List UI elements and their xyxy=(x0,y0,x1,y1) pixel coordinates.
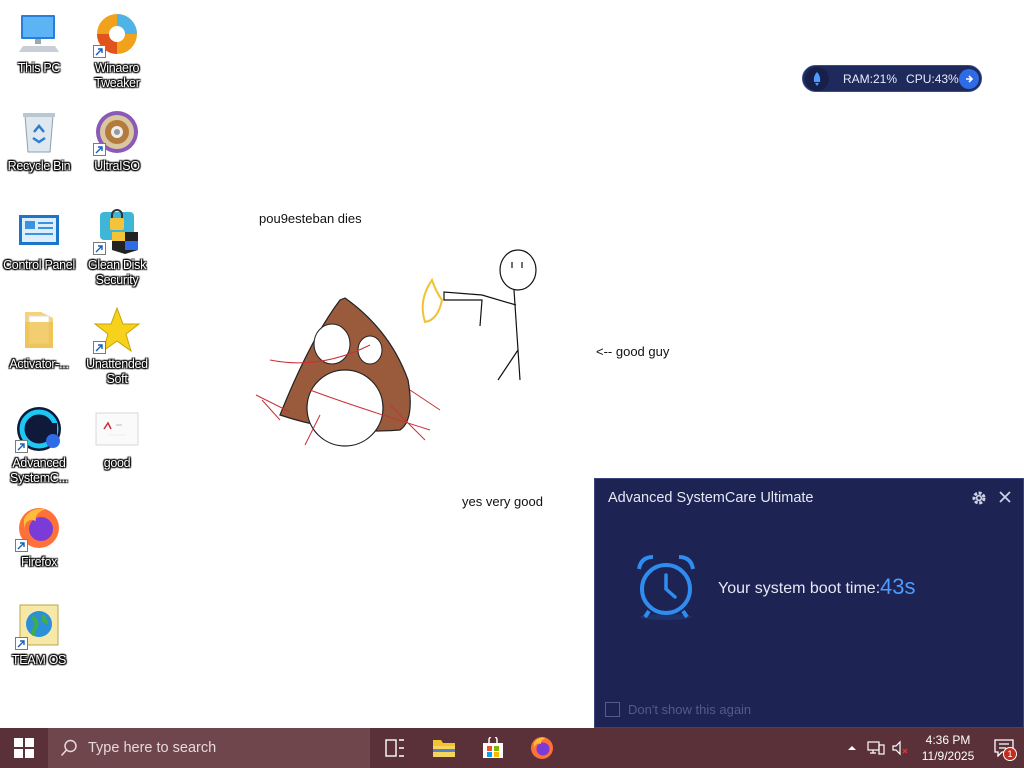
firefox-icon xyxy=(530,737,553,759)
alarm-clock-icon xyxy=(631,551,701,626)
dont-show-again-checkbox[interactable]: Don't show this again xyxy=(605,702,751,717)
dont-show-again-label: Don't show this again xyxy=(628,702,752,717)
clock[interactable]: 4:36 PM 11/9/2025 xyxy=(912,732,984,764)
desktop-icon-label: Glean Disk Security xyxy=(87,258,147,287)
folder-icon xyxy=(432,740,455,757)
control-panel-icon xyxy=(15,207,63,255)
desktop-icon-activator[interactable]: Activator-... xyxy=(0,306,78,372)
search-box[interactable]: Type here to search xyxy=(48,728,370,768)
shortcut-arrow-icon xyxy=(93,242,106,255)
desktop-icon-firefox[interactable]: Firefox xyxy=(0,504,78,570)
shortcut-arrow-icon xyxy=(93,341,106,354)
desktop-icon-label: Activator-... xyxy=(9,357,69,371)
disc-icon xyxy=(93,108,141,156)
asc-boot-time-popup: Advanced SystemCare Ultimate Your system… xyxy=(594,478,1024,728)
rocket-icon[interactable] xyxy=(805,66,829,91)
popup-title: Advanced SystemCare Ultimate xyxy=(608,490,814,506)
file-explorer-button[interactable] xyxy=(419,728,468,768)
desktop-icon-team-os[interactable]: TEAM OS xyxy=(0,602,78,668)
desktop-icon-label: Winaero Tweaker xyxy=(94,61,140,90)
folder-icon xyxy=(15,306,63,354)
start-button[interactable] xyxy=(0,728,48,768)
desktop-icon-label: Unattended Soft xyxy=(86,357,148,386)
winaero-icon xyxy=(93,10,141,58)
desktop-icon-label: good xyxy=(103,456,131,470)
desktop-icon-label: Control Panel xyxy=(3,258,75,272)
drawing-caption-bottom: yes very good xyxy=(462,494,543,509)
desktop-icon-winaero[interactable]: Winaero Tweaker xyxy=(78,10,156,91)
shortcut-arrow-icon xyxy=(15,637,28,650)
search-icon xyxy=(60,739,77,757)
cpu-usage: CPU:43% xyxy=(906,71,959,86)
drawing-caption-right: <-- good guy xyxy=(596,344,670,359)
desktop-icon-label: Recycle Bin xyxy=(7,159,71,173)
desktop-icon-label: This PC xyxy=(17,61,61,75)
chevron-up-icon[interactable] xyxy=(840,744,864,752)
shortcut-arrow-icon xyxy=(93,45,106,58)
doodle-drawing xyxy=(255,249,537,447)
boot-time-label: Your system boot time: xyxy=(718,580,881,597)
action-center-button[interactable]: 1 xyxy=(984,728,1024,768)
asc-icon xyxy=(15,405,63,453)
desktop-icon-control-panel[interactable]: Control Panel xyxy=(0,207,78,273)
close-icon[interactable] xyxy=(997,489,1013,510)
volume-muted-icon[interactable] xyxy=(888,740,912,756)
recycle-bin-icon xyxy=(15,108,63,156)
store-icon xyxy=(482,737,503,758)
windows-logo-icon xyxy=(14,738,34,758)
firefox-icon xyxy=(15,504,63,552)
desktop-icon-unattended[interactable]: Unattended Soft xyxy=(78,306,156,387)
desktop-icon-recycle-bin[interactable]: Recycle Bin xyxy=(0,108,78,174)
shortcut-arrow-icon xyxy=(15,539,28,552)
network-icon[interactable] xyxy=(864,740,888,756)
task-view-icon xyxy=(384,739,404,757)
desktop-icon-label: Firefox xyxy=(20,555,58,569)
search-placeholder: Type here to search xyxy=(88,740,217,756)
gear-icon[interactable] xyxy=(971,490,987,511)
desktop-icon-label: TEAM OS xyxy=(11,653,67,667)
firefox-taskbar-button[interactable] xyxy=(517,728,566,768)
desktop-icon-advanced-systemcare[interactable]: Advanced SystemC... xyxy=(0,405,78,486)
shortcut-arrow-icon xyxy=(15,440,28,453)
computer-icon xyxy=(15,10,63,58)
system-monitor-widget[interactable]: RAM:21% CPU:43% xyxy=(802,65,982,92)
drawing-caption-top: pou9esteban dies xyxy=(259,211,362,226)
desktop-icon-ultraiso[interactable]: UltraISO xyxy=(78,108,156,174)
image-file-icon xyxy=(93,405,141,453)
ram-usage: RAM:21% xyxy=(843,71,898,86)
task-view-button[interactable] xyxy=(370,728,419,768)
desktop-icon-glean-disk[interactable]: Glean Disk Security xyxy=(78,207,156,288)
notification-badge: 1 xyxy=(1003,747,1017,761)
star-icon xyxy=(93,306,141,354)
system-tray: 4:36 PM 11/9/2025 1 xyxy=(840,728,1024,768)
taskbar: Type here to search 4:36 PM 11/9/2025 1 xyxy=(0,728,1024,768)
clock-time: 4:36 PM xyxy=(925,733,971,747)
desktop-icon-label: Advanced SystemC... xyxy=(9,456,69,485)
clock-date: 11/9/2025 xyxy=(921,749,975,763)
desktop-icon-good[interactable]: good xyxy=(78,405,156,471)
arrow-right-icon[interactable] xyxy=(959,68,979,89)
desktop-icon-this-pc[interactable]: This PC xyxy=(0,10,78,76)
boot-time-value: 43s xyxy=(880,574,916,599)
microsoft-store-button[interactable] xyxy=(468,728,517,768)
globe-icon xyxy=(15,602,63,650)
desktop-icon-label: UltraISO xyxy=(94,159,140,173)
checkbox-box[interactable] xyxy=(605,702,620,717)
shortcut-arrow-icon xyxy=(93,143,106,156)
lock-shield-icon xyxy=(93,207,141,255)
